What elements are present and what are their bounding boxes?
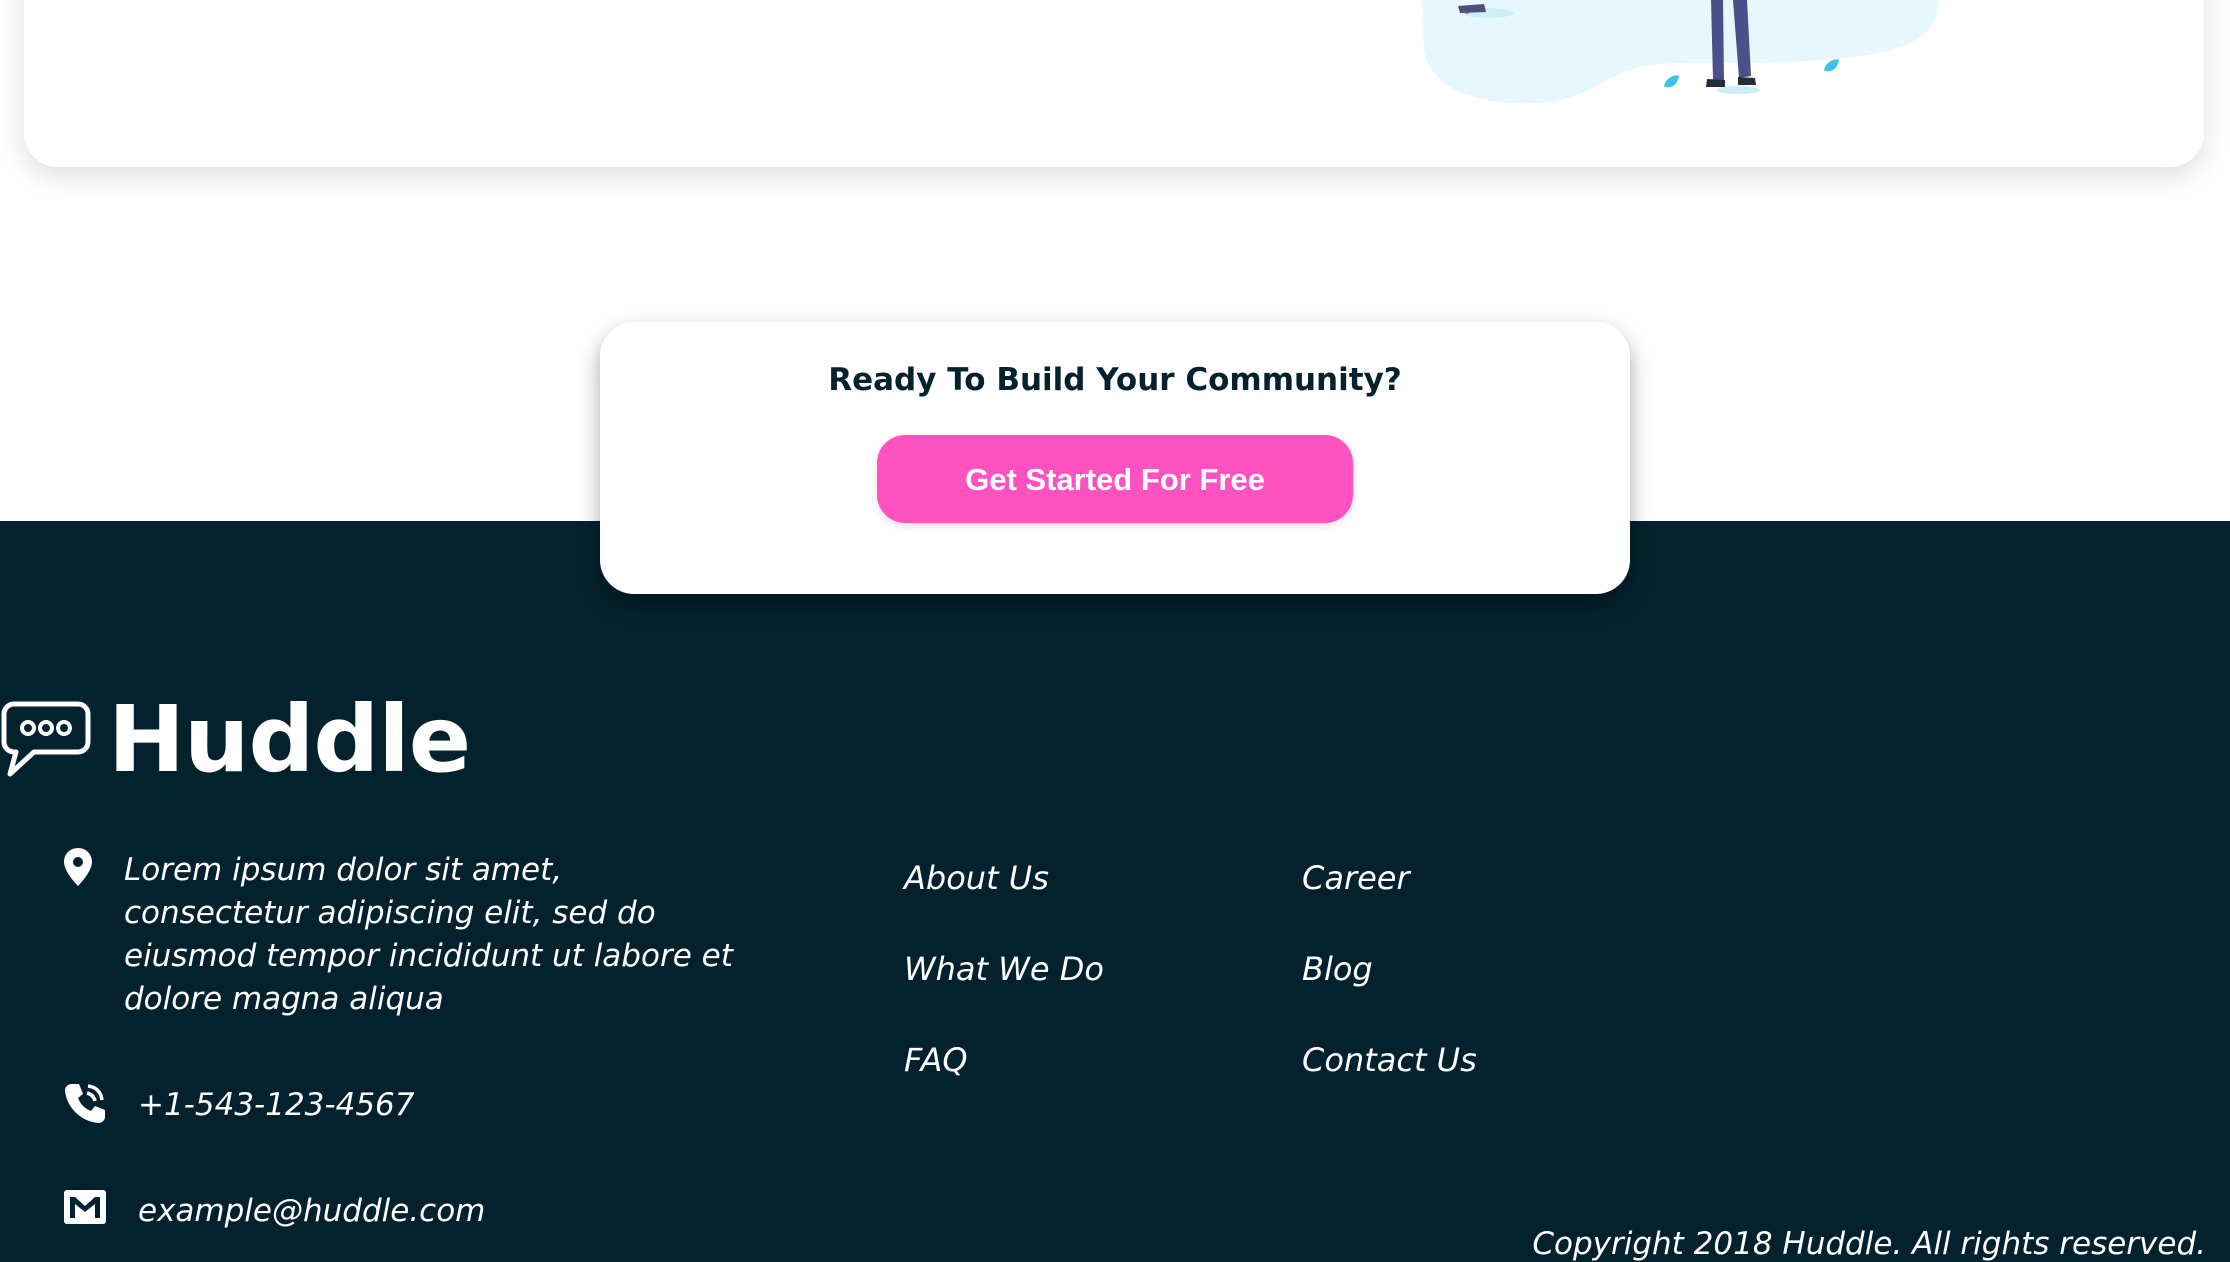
copyright-text: Copyright 2018 Huddle. All rights reserv… (1532, 1226, 2206, 1262)
footer-logo[interactable]: Huddle (0, 686, 471, 793)
community-illustration (1422, 0, 1939, 104)
link-about-us[interactable]: About Us (904, 856, 1049, 900)
cropped-text-fragment (362, 0, 392, 7)
link-contact-us[interactable]: Contact Us (1302, 1038, 1477, 1082)
chat-bubble-icon (1, 701, 91, 777)
brand-name: Huddle (108, 686, 471, 793)
page: Ready To Build Your Community? Get Start… (0, 0, 2230, 1262)
email-address[interactable]: example@huddle.com (138, 1190, 485, 1233)
link-blog[interactable]: Blog (1302, 947, 1373, 991)
cta-card: Ready To Build Your Community? Get Start… (600, 322, 1630, 594)
get-started-button[interactable]: Get Started For Free (877, 435, 1353, 523)
address-text: Lorem ipsum dolor sit amet, consectetur … (124, 852, 733, 1017)
link-what-we-do[interactable]: What We Do (904, 947, 1104, 991)
mail-icon (64, 1190, 106, 1224)
phone-icon (65, 1084, 105, 1123)
phone-number[interactable]: +1-543-123-4567 (138, 1084, 415, 1127)
link-faq[interactable]: FAQ (904, 1038, 968, 1082)
cta-title: Ready To Build Your Community? (828, 362, 1402, 398)
location-pin-icon (64, 848, 92, 886)
link-career[interactable]: Career (1302, 856, 1410, 900)
